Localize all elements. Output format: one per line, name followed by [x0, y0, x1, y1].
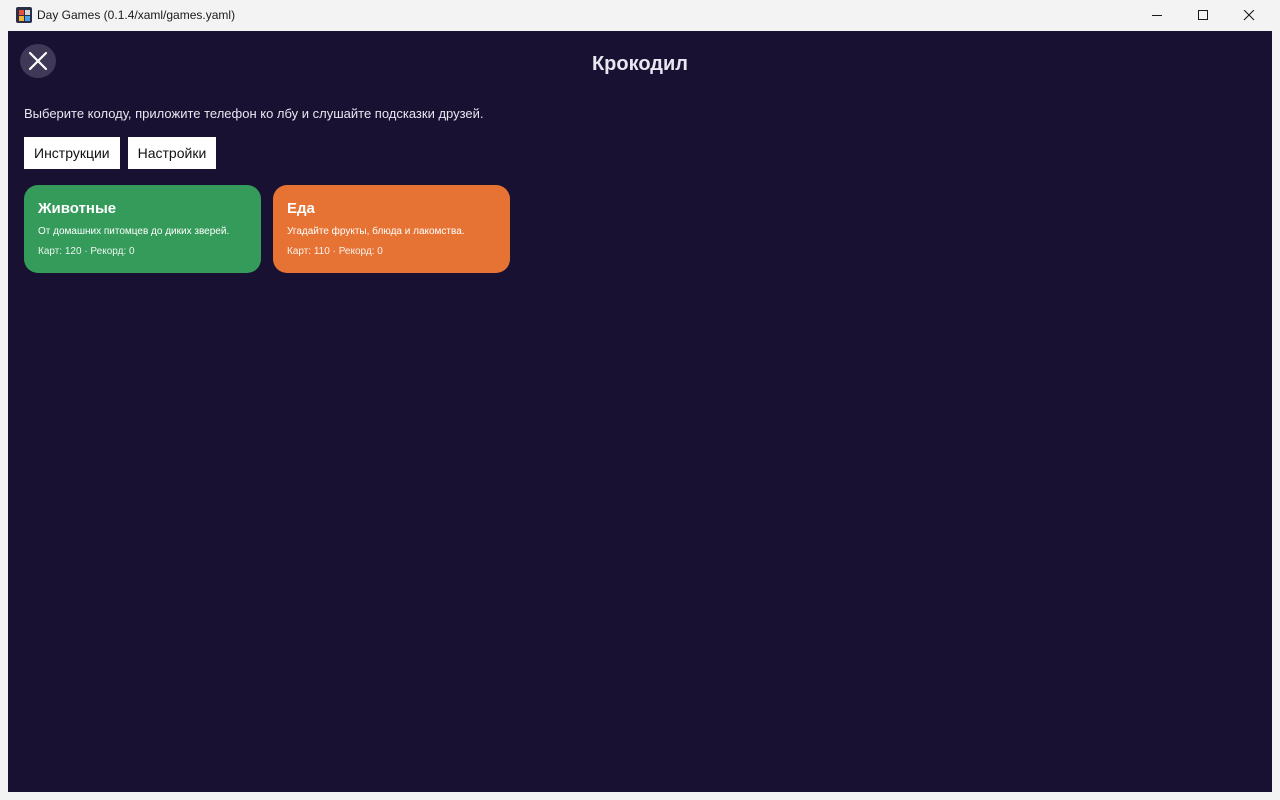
instructions-button[interactable]: Инструкции — [24, 137, 120, 169]
app-icon — [16, 7, 32, 23]
deck-name: Животные — [38, 200, 117, 217]
game-page: Крокодил Выберите колоду, приложите теле… — [8, 31, 1272, 792]
deck-description: От домашних питомцев до диких зверей. — [38, 226, 230, 237]
window-title: Day Games (0.1.4/xaml/games.yaml) — [37, 8, 236, 22]
deck-card-food[interactable]: Еда Угадайте фрукты, блюда и лакомства. … — [273, 185, 510, 273]
page-title: Крокодил — [591, 53, 689, 75]
deck-list: Животные От домашних питомцев до диких з… — [24, 185, 510, 273]
deck-card-animals[interactable]: Животные От домашних питомцев до диких з… — [24, 185, 261, 273]
deck-description: Угадайте фрукты, блюда и лакомства. — [287, 226, 465, 237]
title-bar[interactable]: Day Games (0.1.4/xaml/games.yaml) — [0, 0, 1280, 31]
deck-stats: Карт: 120 · Рекорд: 0 — [38, 246, 135, 257]
deck-name: Еда — [287, 200, 315, 217]
page-subtitle: Выберите колоду, приложите телефон ко лб… — [24, 106, 484, 121]
toolbar: Инструкции Настройки — [24, 137, 217, 169]
maximize-icon — [1198, 10, 1208, 20]
close-icon — [1243, 10, 1255, 21]
minimize-icon — [1152, 15, 1162, 16]
minimize-button[interactable] — [1134, 0, 1180, 31]
close-window-button[interactable] — [1226, 0, 1272, 31]
deck-stats: Карт: 110 · Рекорд: 0 — [287, 246, 383, 257]
settings-button[interactable]: Настройки — [127, 137, 217, 169]
maximize-button[interactable] — [1180, 0, 1226, 31]
app-window: Day Games (0.1.4/xaml/games.yaml) Крокод… — [0, 0, 1280, 800]
